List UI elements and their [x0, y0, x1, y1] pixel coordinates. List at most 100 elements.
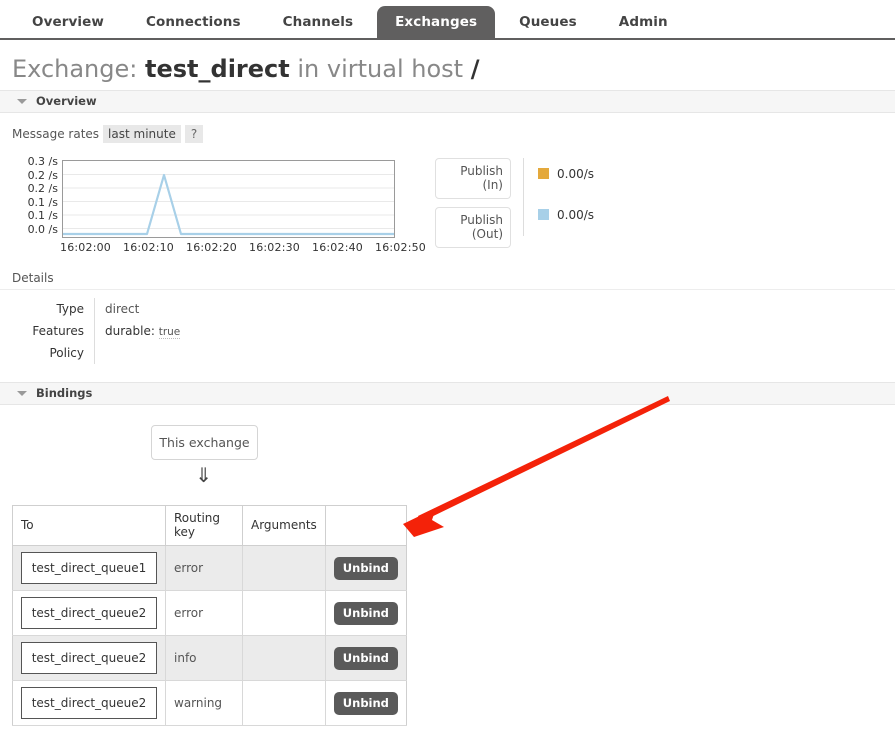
details-value-type: direct: [105, 302, 140, 316]
queue-link[interactable]: test_direct_queue2: [21, 597, 157, 629]
column-header-actions: [325, 505, 407, 546]
feature-value: true: [158, 326, 181, 339]
bindings-table-body: test_direct_queue1 error Unbind test_dir…: [12, 545, 407, 726]
message-rates-controls: Message rates last minute?: [0, 113, 895, 143]
legend-value-text: 0.00/s: [557, 207, 595, 222]
chevron-down-icon: [17, 99, 27, 104]
unbind-button[interactable]: Unbind: [333, 601, 398, 625]
queue-link[interactable]: test_direct_queue1: [21, 552, 157, 584]
x-tick: 16:02:40: [312, 241, 364, 254]
table-row: test_direct_queue2 info Unbind: [12, 635, 407, 681]
chart-plot-area: [62, 160, 395, 238]
bindings-header-row: To Routing key Arguments: [12, 505, 407, 546]
unbind-button[interactable]: Unbind: [333, 691, 398, 715]
down-arrow-icon: ⇓: [195, 463, 212, 487]
legend-buttons: Publish (In) Publish (Out): [435, 158, 511, 256]
binding-routing-key: error: [165, 590, 243, 636]
legend-button-line2: (In): [482, 178, 503, 192]
details-heading: Details: [0, 263, 895, 290]
section-header-bindings[interactable]: Bindings: [0, 382, 895, 405]
queue-link[interactable]: test_direct_queue2: [21, 642, 157, 674]
binding-to-cell: test_direct_queue2: [12, 635, 166, 681]
chart-legend: Publish (In) Publish (Out) 0.00/s 0.00/s: [435, 158, 594, 256]
binding-action-cell: Unbind: [325, 635, 407, 681]
tab-channels[interactable]: Channels: [265, 6, 371, 38]
binding-arguments: [242, 635, 326, 681]
binding-routing-key: warning: [165, 680, 243, 726]
tab-connections[interactable]: Connections: [128, 6, 259, 38]
nav-tabs: Overview Connections Channels Exchanges …: [0, 0, 895, 38]
binding-to-cell: test_direct_queue1: [12, 545, 166, 591]
section-header-bindings-label: Bindings: [36, 386, 93, 400]
legend-button-line1: Publish: [460, 164, 503, 178]
tab-queues[interactable]: Queues: [501, 6, 595, 38]
legend-swatch-icon: [538, 209, 549, 220]
x-tick: 16:02:10: [123, 241, 175, 254]
chart-x-axis: 16:02:00 16:02:10 16:02:20 16:02:30 16:02:40…: [60, 241, 440, 254]
page-title-prefix: Exchange:: [12, 55, 138, 83]
details-table: Type direct Features durable: true Polic…: [0, 298, 181, 364]
legend-button-line2: (Out): [471, 227, 503, 241]
binding-to-cell: test_direct_queue2: [12, 590, 166, 636]
y-tick: 0.1 /s: [27, 195, 58, 209]
legend-value-text: 0.00/s: [557, 166, 595, 181]
message-rates-chart-block: 0.3 /s 0.2 /s 0.2 /s 0.1 /s 0.1 /s 0.0 /…: [0, 153, 895, 263]
details-label-policy: Policy: [0, 342, 95, 364]
binding-action-cell: Unbind: [325, 590, 407, 636]
bindings-area: This exchange ⇓ To Routing key Arguments…: [0, 405, 895, 726]
section-header-overview-label: Overview: [36, 94, 97, 108]
details-row-policy: Policy: [0, 342, 180, 364]
y-tick: 0.1 /s: [27, 209, 58, 222]
main-navigation-bar: Overview Connections Channels Exchanges …: [0, 0, 895, 40]
column-header-arguments: Arguments: [242, 505, 326, 546]
binding-action-cell: Unbind: [325, 545, 407, 591]
details-row-features: Features durable: true: [0, 320, 181, 342]
table-row: test_direct_queue1 error Unbind: [12, 545, 407, 591]
table-row: test_direct_queue2 error Unbind: [12, 590, 407, 636]
bindings-table-head: To Routing key Arguments: [12, 505, 407, 546]
details-value-features: durable: true: [95, 320, 181, 342]
bindings-table: To Routing key Arguments test_direct_que…: [12, 505, 407, 726]
rates-period-selector[interactable]: last minute: [103, 125, 181, 143]
unbind-button[interactable]: Unbind: [333, 556, 398, 580]
binding-routing-key: error: [165, 545, 243, 591]
legend-value-publish-in: 0.00/s: [538, 158, 594, 189]
legend-swatch-icon: [538, 168, 549, 179]
page-title-middle: in virtual host: [297, 55, 464, 83]
details-value-policy: [95, 342, 181, 364]
binding-arguments: [242, 680, 326, 726]
column-header-to: To: [12, 505, 166, 546]
x-tick: 16:02:30: [249, 241, 301, 254]
unbind-button[interactable]: Unbind: [333, 646, 398, 670]
column-header-routing-key: Routing key: [165, 505, 243, 546]
x-tick: 16:02:00: [60, 241, 112, 254]
tab-overview[interactable]: Overview: [14, 6, 122, 38]
queue-link[interactable]: test_direct_queue2: [21, 687, 157, 719]
y-tick: 0.0 /s: [27, 222, 58, 236]
binding-action-cell: Unbind: [325, 680, 407, 726]
details-row-type: Type direct: [0, 298, 180, 320]
legend-value-publish-out: 0.00/s: [538, 199, 594, 230]
binding-to-cell: test_direct_queue2: [12, 680, 166, 726]
legend-button-publish-out[interactable]: Publish (Out): [435, 207, 511, 248]
feature-key: durable:: [105, 324, 155, 338]
page-title-vhost: /: [470, 55, 480, 83]
binding-arguments: [242, 590, 326, 636]
help-icon[interactable]: ?: [184, 125, 204, 143]
legend-divider: [523, 158, 524, 236]
chart-y-axis: 0.3 /s 0.2 /s 0.2 /s 0.1 /s 0.1 /s 0.0 /…: [12, 155, 58, 236]
legend-values: 0.00/s 0.00/s: [538, 158, 594, 240]
details-label-type: Type: [0, 298, 95, 320]
legend-button-publish-in[interactable]: Publish (In): [435, 158, 511, 199]
details-label-features: Features: [0, 320, 95, 342]
legend-button-line1: Publish: [460, 213, 503, 227]
tab-exchanges[interactable]: Exchanges: [377, 6, 496, 38]
x-tick: 16:02:20: [186, 241, 238, 254]
tab-admin[interactable]: Admin: [601, 6, 686, 38]
section-header-overview[interactable]: Overview: [0, 90, 895, 113]
y-tick: 0.2 /s: [27, 182, 58, 195]
page-title-exchange-name: test_direct: [145, 55, 290, 83]
chart-svg: [63, 173, 394, 236]
chevron-down-icon: [17, 391, 27, 396]
page-title: Exchange: test_direct in virtual host /: [0, 40, 895, 90]
